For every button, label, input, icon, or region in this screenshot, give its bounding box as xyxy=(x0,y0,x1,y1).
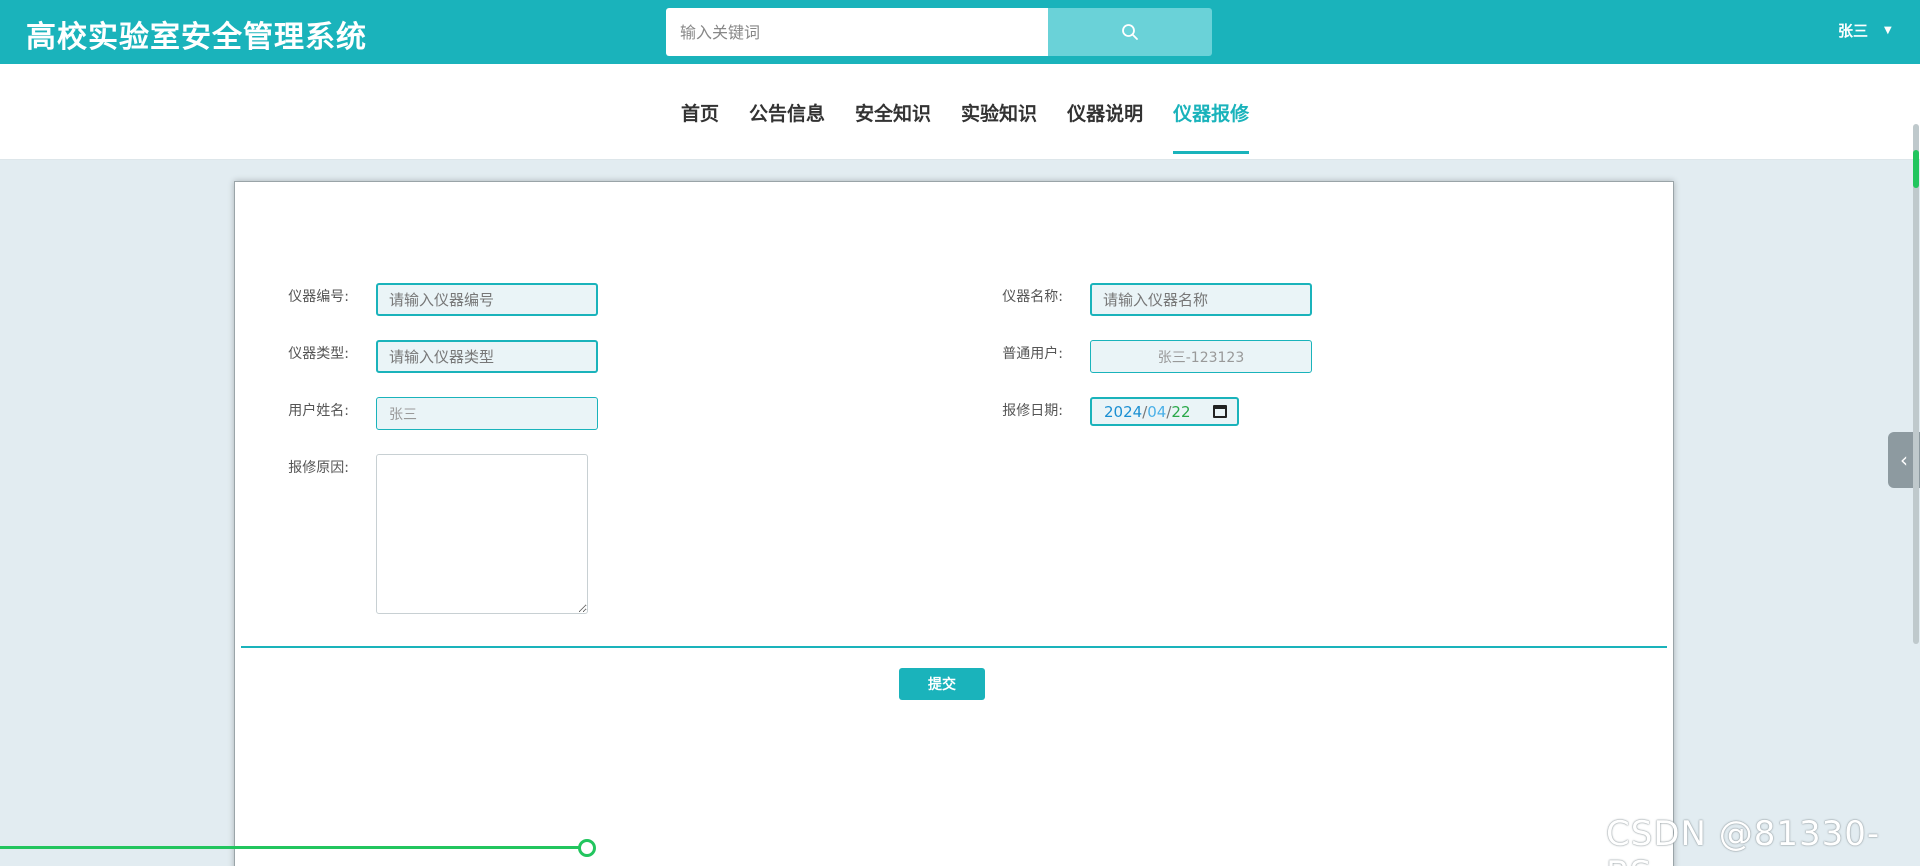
repair-form-panel: 仪器编号: 仪器名称: 仪器类型: 普通用户: 用户姓名: 报修日期: 2024… xyxy=(234,181,1674,866)
video-progress-handle[interactable] xyxy=(578,839,596,857)
instrument-name-label: 仪器名称: xyxy=(1002,289,1063,305)
search-button[interactable] xyxy=(1048,8,1212,56)
instrument-no-label: 仪器编号: xyxy=(288,289,349,305)
video-progress-bar[interactable] xyxy=(0,846,586,849)
app-title: 高校实验室安全管理系统 xyxy=(26,20,367,55)
user-name: 张三 xyxy=(1838,22,1869,40)
nav-item-announcements[interactable]: 公告信息 xyxy=(734,64,840,160)
user-menu[interactable]: 张三 ▼ xyxy=(1838,20,1892,41)
scrollbar-thumb[interactable] xyxy=(1913,150,1919,188)
nav-item-instrument-repair[interactable]: 仪器报修 xyxy=(1158,64,1264,160)
instrument-no-input[interactable] xyxy=(376,283,598,316)
chevron-left-icon: ‹ xyxy=(1900,448,1908,472)
form-divider xyxy=(241,646,1667,648)
chevron-down-icon: ▼ xyxy=(1884,25,1892,36)
instrument-type-label: 仪器类型: xyxy=(288,346,349,362)
user-name-label: 用户姓名: xyxy=(288,403,349,419)
instrument-name-input[interactable] xyxy=(1090,283,1312,316)
calendar-icon[interactable] xyxy=(1213,405,1227,418)
nav-item-safety-knowledge[interactable]: 安全知识 xyxy=(840,64,946,160)
watermark: CSDN @81330-BS xyxy=(1606,814,1881,866)
nav-list: 首页 公告信息 安全知识 实验知识 仪器说明 仪器报修 xyxy=(666,64,1264,160)
instrument-type-input[interactable] xyxy=(376,340,598,373)
date-day: 22 xyxy=(1171,402,1191,421)
nav-item-instrument-manual[interactable]: 仪器说明 xyxy=(1052,64,1158,160)
date-year: 2024 xyxy=(1104,402,1143,421)
search-icon xyxy=(1122,24,1138,40)
common-user-label: 普通用户: xyxy=(1002,346,1063,362)
repair-date-input[interactable]: 2024/04/22 xyxy=(1090,397,1239,426)
repair-reason-textarea[interactable] xyxy=(376,454,588,614)
nav-item-experiment-knowledge[interactable]: 实验知识 xyxy=(946,64,1052,160)
repair-reason-label: 报修原因: xyxy=(288,460,349,476)
top-bar: 高校实验室安全管理系统 张三 ▼ xyxy=(0,0,1920,64)
main-nav: 首页 公告信息 安全知识 实验知识 仪器说明 仪器报修 xyxy=(0,64,1920,160)
user-name-field[interactable] xyxy=(376,397,598,430)
submit-button[interactable]: 提交 xyxy=(899,668,985,700)
date-month: 04 xyxy=(1147,402,1167,421)
common-user-field[interactable] xyxy=(1090,340,1312,373)
page-scrollbar[interactable] xyxy=(1913,124,1919,644)
nav-item-home[interactable]: 首页 xyxy=(666,64,734,160)
search-input[interactable] xyxy=(666,8,1048,56)
repair-date-label: 报修日期: xyxy=(1002,403,1063,419)
